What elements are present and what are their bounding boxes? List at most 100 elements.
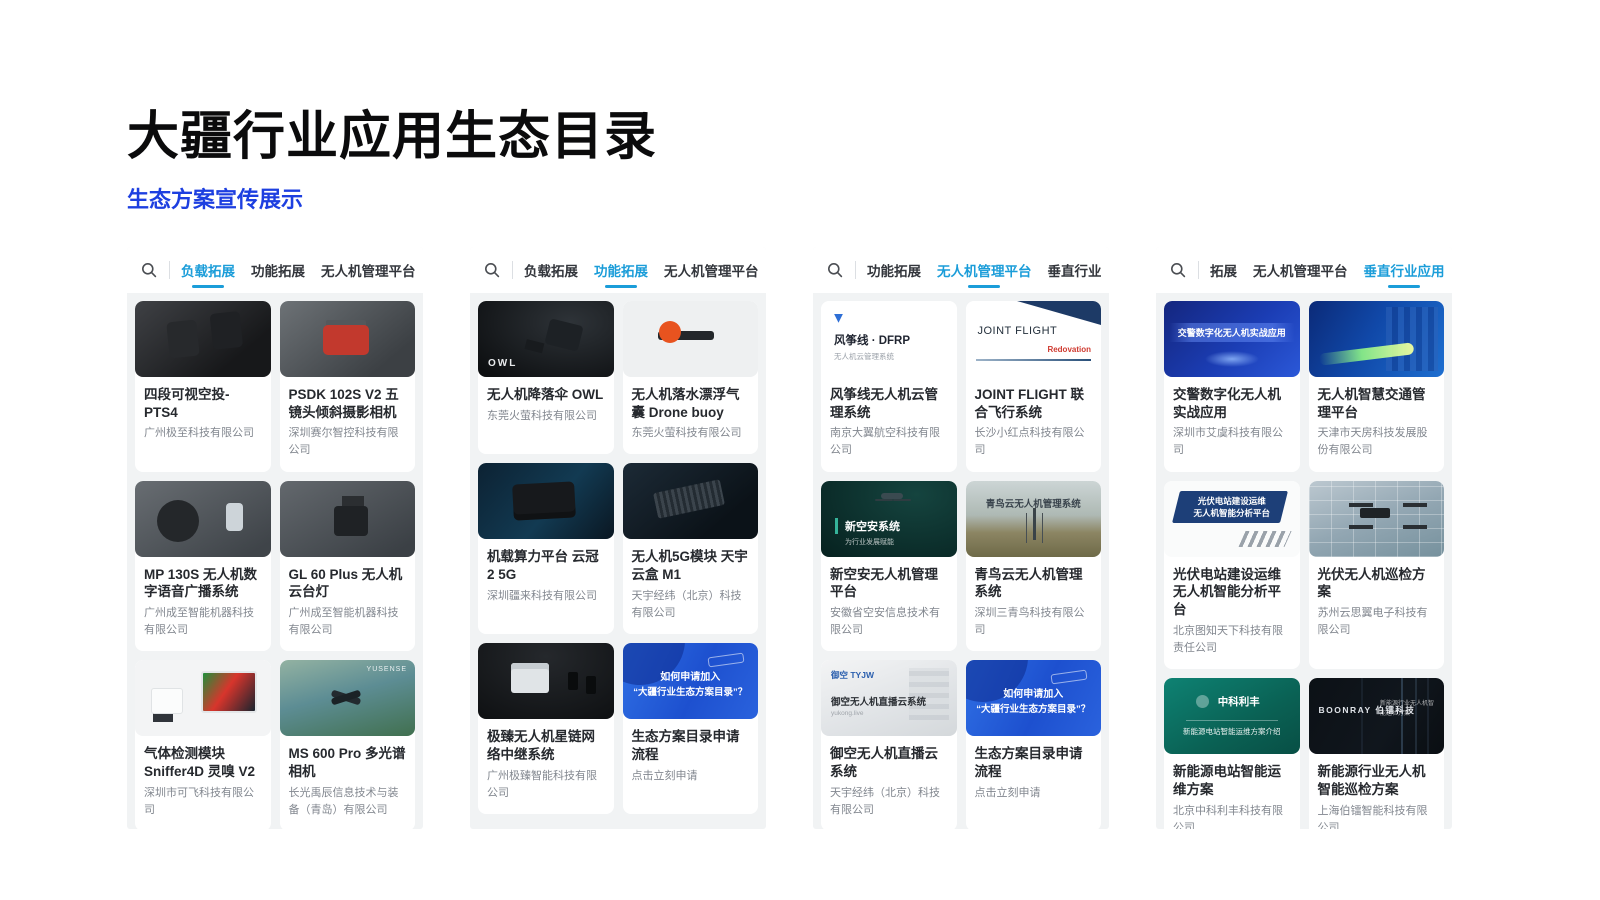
image-overlay-text: 为行业发展赋能 <box>845 537 894 547</box>
tab-vertical-industry-1[interactable]: 无人机管理平台 <box>1253 247 1348 293</box>
product-title: PSDK 102S V2 五镜头倾斜摄影相机 <box>289 386 407 422</box>
image-overlay-text: JOINT FLIGHT <box>978 325 1058 337</box>
tab-label: 无人机管理平台 <box>937 260 1032 280</box>
product-image: 如何申请加入“大疆行业生态方案目录”？ <box>623 643 759 719</box>
panel-function-expansion: 负载拓展 功能拓展 无人机管理平台 OWL 无人机降落伞 OWL 东莞火萤科技有… <box>470 247 766 829</box>
product-card[interactable]: 无人机5G模块 天宇云盒 M1 天宇经纬（北京）科技有限公司 <box>623 463 759 634</box>
product-company: 深圳疆来科技有限公司 <box>487 588 605 605</box>
page-title: 大疆行业应用生态目录 <box>127 108 1600 168</box>
product-card[interactable]: BOONRAY 伯镭科技新能源行业无人机智能巡检方案 新能源行业无人机智能巡检方… <box>1309 678 1445 829</box>
product-image <box>135 301 271 377</box>
tab-drone-management-0[interactable]: 功能拓展 <box>867 247 921 293</box>
product-image: 中科利丰新能源电站智能运维方案介绍 <box>1164 678 1300 754</box>
tab-function-expansion-2[interactable]: 无人机管理平台 <box>664 247 758 293</box>
product-company: 北京中科利丰科技有限公司 <box>1173 803 1291 829</box>
product-title: 光伏无人机巡检方案 <box>1318 566 1436 602</box>
tab-label: 无人机管理平台 <box>321 260 415 280</box>
tab-function-expansion-1[interactable]: 功能拓展 <box>594 247 648 293</box>
product-card[interactable]: 中科利丰新能源电站智能运维方案介绍 新能源电站智能运维方案 北京中科利丰科技有限… <box>1164 678 1300 829</box>
product-title: 气体检测模块 Sniffer4D 灵嗅 V2 <box>144 745 262 781</box>
product-company: 广州极至科技有限公司 <box>144 425 262 442</box>
search-icon[interactable] <box>483 261 501 279</box>
tab-label: 功能拓展 <box>251 260 305 280</box>
product-image: 风筝线 · DFRP无人机云管理系统 <box>821 301 957 377</box>
product-company: 点击立刻申请 <box>632 768 750 785</box>
product-card[interactable]: PSDK 102S V2 五镜头倾斜摄影相机 深圳赛尔智控科技有限公司 <box>280 301 416 472</box>
product-card[interactable]: 无人机智慧交通管理平台 天津市天房科技发展股份有限公司 <box>1309 301 1445 472</box>
tab-strip: 功能拓展 无人机管理平台 垂直行业应用 <box>867 247 1101 293</box>
product-card[interactable]: 机载算力平台 云冠2 5G 深圳疆来科技有限公司 <box>478 463 614 634</box>
tab-drone-management-1[interactable]: 无人机管理平台 <box>937 247 1032 293</box>
product-card[interactable]: 光伏无人机巡检方案 苏州云思翼电子科技有限公司 <box>1309 481 1445 670</box>
product-card[interactable]: 御空 TYJW御空无人机直播云系统yukong.live 御空无人机直播云系统 … <box>821 660 957 829</box>
product-card[interactable]: 新空安系统为行业发展赋能 新空安无人机管理平台 安徽省空安信息技术有限公司 <box>821 481 957 652</box>
product-title: 机载算力平台 云冠2 5G <box>487 548 605 584</box>
tab-payload-expansion-1[interactable]: 功能拓展 <box>251 247 305 293</box>
product-card[interactable]: 交警数字化无人机实战应用 交警数字化无人机实战应用 深圳市艾虞科技有限公司 <box>1164 301 1300 472</box>
tab-payload-expansion-0[interactable]: 负载拓展 <box>181 247 235 293</box>
header-divider <box>512 261 513 279</box>
header-divider <box>855 261 856 279</box>
tab-label: 无人机管理平台 <box>1253 260 1348 280</box>
product-card[interactable]: 四段可视空投-PTS4 广州极至科技有限公司 <box>135 301 271 472</box>
card-grid: 风筝线 · DFRP无人机云管理系统 风筝线无人机云管理系统 南京大翼航空科技有… <box>821 301 1101 829</box>
image-overlay-text: 御空 TYJW <box>831 669 874 681</box>
tab-label: 垂直行业应用 <box>1048 260 1102 280</box>
search-icon[interactable] <box>140 261 158 279</box>
product-company: 北京图知天下科技有限责任公司 <box>1173 623 1291 657</box>
product-title: MP 130S 无人机数字语音广播系统 <box>144 566 262 602</box>
image-overlay-text: 御空无人机直播云系统 <box>831 694 926 708</box>
product-card[interactable]: JOINT FLIGHT Redovation JOINT FLIGHT 联合飞行… <box>966 301 1102 472</box>
card-grid: 四段可视空投-PTS4 广州极至科技有限公司 PSDK 102S V2 五镜头倾… <box>135 301 415 829</box>
search-icon[interactable] <box>1169 261 1187 279</box>
tab-label: 功能拓展 <box>594 260 648 280</box>
page-subtitle: 生态方案宣传展示 <box>127 182 1600 214</box>
tab-vertical-industry-0[interactable]: 功能拓展 <box>1210 247 1237 293</box>
product-card[interactable]: 如何申请加入“大疆行业生态方案目录”？ 生态方案目录申请流程 点击立刻申请 <box>623 643 759 814</box>
product-card[interactable]: 气体检测模块 Sniffer4D 灵嗅 V2 深圳市可飞科技有限公司 <box>135 660 271 829</box>
image-overlay-text: 新能源行业无人机智能巡检方案 <box>1380 700 1438 719</box>
product-card[interactable]: 无人机落水漂浮气囊 Drone buoy 东莞火萤科技有限公司 <box>623 301 759 455</box>
product-card[interactable]: GL 60 Plus 无人机云台灯 广州成至智能机器科技有限公司 <box>280 481 416 652</box>
image-overlay-text: 风筝线 · DFRP <box>834 332 910 348</box>
product-company: 东莞火萤科技有限公司 <box>487 408 605 425</box>
product-company: 长沙小红点科技有限公司 <box>975 425 1093 459</box>
tab-strip: 负载拓展 功能拓展 无人机管理平台 <box>181 247 415 293</box>
product-image: 新空安系统为行业发展赋能 <box>821 481 957 557</box>
product-image: BOONRAY 伯镭科技新能源行业无人机智能巡检方案 <box>1309 678 1445 754</box>
product-card[interactable]: 风筝线 · DFRP无人机云管理系统 风筝线无人机云管理系统 南京大翼航空科技有… <box>821 301 957 472</box>
product-title: 无人机智慧交通管理平台 <box>1318 386 1436 422</box>
product-title: 光伏电站建设运维 无人机智能分析平台 <box>1173 566 1291 619</box>
product-title: 极臻无人机星链网络中继系统 <box>487 728 605 764</box>
product-card[interactable]: 青鸟云无人机管理系统 青鸟云无人机管理系统 深圳三青鸟科技有限公司 <box>966 481 1102 652</box>
product-card[interactable]: 如何申请加入“大疆行业生态方案目录”？ 生态方案目录申请流程 点击立刻申请 <box>966 660 1102 829</box>
product-card[interactable]: MP 130S 无人机数字语音广播系统 广州成至智能机器科技有限公司 <box>135 481 271 652</box>
product-card[interactable]: OWL 无人机降落伞 OWL 东莞火萤科技有限公司 <box>478 301 614 455</box>
product-image: 光伏电站建设运维无人机智能分析平台 <box>1164 481 1300 557</box>
image-overlay-text: Redovation <box>1047 345 1091 354</box>
product-title: JOINT FLIGHT 联合飞行系统 <box>975 386 1093 422</box>
product-image <box>280 301 416 377</box>
tab-function-expansion-0[interactable]: 负载拓展 <box>524 247 578 293</box>
product-company: 长光禹辰信息技术与装备（青岛）有限公司 <box>289 785 407 819</box>
product-title: 四段可视空投-PTS4 <box>144 386 262 422</box>
tab-payload-expansion-2[interactable]: 无人机管理平台 <box>321 247 415 293</box>
product-title: 无人机5G模块 天宇云盒 M1 <box>632 548 750 584</box>
image-overlay-text: 中科利丰 <box>1178 694 1300 709</box>
no-more-label: 没有更多了 <box>478 814 758 829</box>
product-company: 深圳市可飞科技有限公司 <box>144 785 262 819</box>
panel-body: 交警数字化无人机实战应用 交警数字化无人机实战应用 深圳市艾虞科技有限公司 无人… <box>1156 293 1452 829</box>
tab-drone-management-2[interactable]: 垂直行业应用 <box>1048 247 1102 293</box>
tab-vertical-industry-2[interactable]: 垂直行业应用 <box>1364 247 1445 293</box>
tab-label: 负载拓展 <box>181 260 235 280</box>
product-image <box>478 643 614 719</box>
search-icon[interactable] <box>826 261 844 279</box>
panel-body: 四段可视空投-PTS4 广州极至科技有限公司 PSDK 102S V2 五镜头倾… <box>127 293 423 829</box>
product-card[interactable]: 光伏电站建设运维无人机智能分析平台 光伏电站建设运维 无人机智能分析平台 北京图… <box>1164 481 1300 670</box>
active-tab-underline <box>192 285 224 288</box>
product-image: 青鸟云无人机管理系统 <box>966 481 1102 557</box>
image-overlay-text: 交警数字化无人机实战应用 <box>1164 323 1300 342</box>
product-card[interactable]: YUSENSE MS 600 Pro 多光谱相机 长光禹辰信息技术与装备（青岛）… <box>280 660 416 829</box>
product-card[interactable]: 极臻无人机星链网络中继系统 广州极臻智能科技有限公司 <box>478 643 614 814</box>
card-grid: 交警数字化无人机实战应用 交警数字化无人机实战应用 深圳市艾虞科技有限公司 无人… <box>1164 301 1444 829</box>
